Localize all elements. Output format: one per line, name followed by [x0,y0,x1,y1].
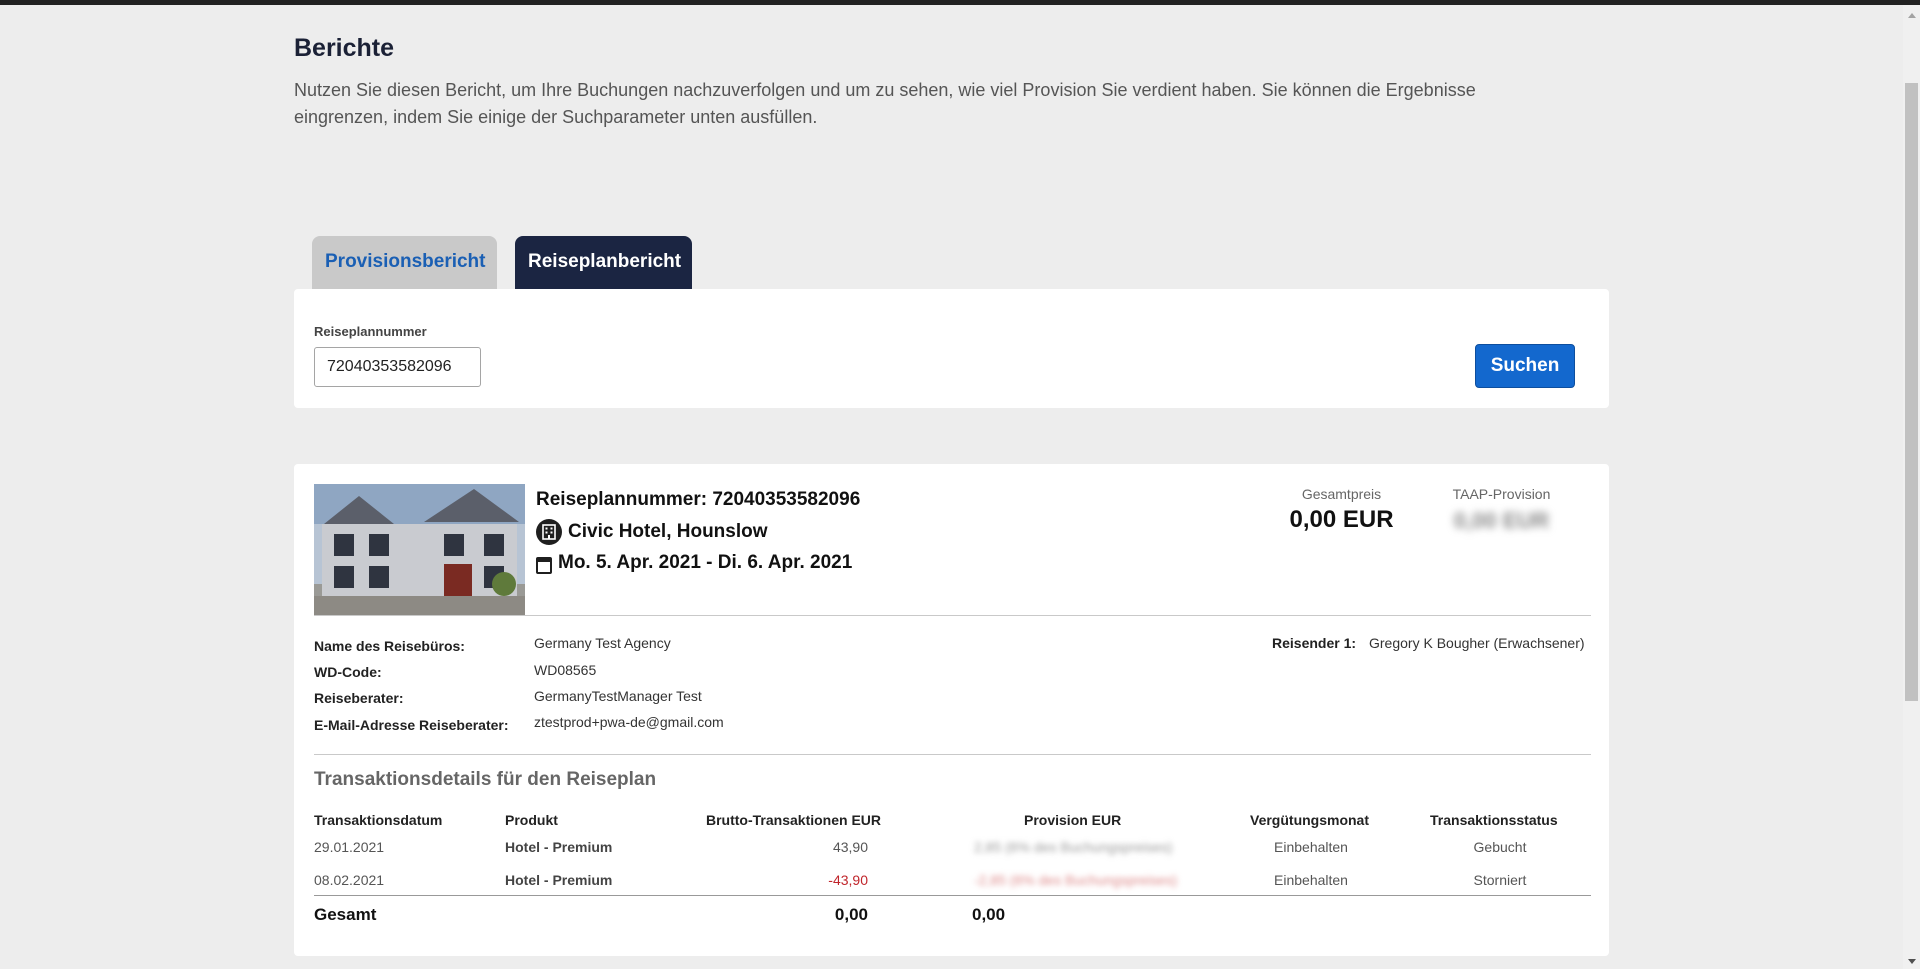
itinerary-result-card: Reiseplannummer: 72040353582096 Civic Ho… [294,464,1609,956]
column-header-commission: Provision EUR [1024,812,1122,828]
hotel-name-line: Civic Hotel, Hounslow [536,519,768,545]
row-product: Hotel - Premium [505,872,613,888]
tab-provisionsbericht[interactable]: Provisionsbericht [312,236,497,290]
divider [314,615,1591,616]
divider [314,754,1591,755]
row-status: Storniert [1473,872,1527,888]
divider [314,895,1591,896]
itinerary-number-label: Reiseplannummer [314,324,427,339]
hotel-name: Civic Hotel, Hounslow [568,521,768,542]
agency-label: Name des Reisebüros: [314,638,465,654]
column-header-month: Vergütungsmonat [1250,812,1370,828]
row-month: Einbehalten [1274,872,1348,888]
total-gross: 0,00 [834,905,868,924]
scrollbar-thumb[interactable] [1905,83,1918,701]
page-scrollbar[interactable] [1903,5,1920,969]
taap-commission-label: TAAP-Provision [1452,486,1551,502]
taap-commission-value: 0,00 EUR [1453,508,1550,533]
advisor-email-value: ztestprod+pwa-de@gmail.com [534,714,724,730]
column-header-product: Produkt [505,812,558,828]
scroll-down-icon[interactable] [1908,959,1916,964]
wd-code-label: WD-Code: [314,664,382,680]
column-header-gross: Brutto-Transaktionen EUR [706,812,882,828]
wd-code-value: WD08565 [534,662,597,678]
search-panel: Reiseplannummer Suchen [294,289,1609,408]
agency-value: Germany Test Agency [534,635,671,651]
traveler-value: Gregory K Bougher (Erwachsener) [1369,635,1585,651]
page-title: Berichte [294,34,395,62]
itinerary-number-heading: Reiseplannummer: 72040353582096 [536,489,861,510]
hotel-image [314,484,525,616]
row-status: Gebucht [1473,839,1527,855]
column-header-status: Transaktionsstatus [1430,812,1558,828]
row-date: 29.01.2021 [314,839,385,855]
tab-reiseplanbericht[interactable]: Reiseplanbericht [515,236,692,290]
total-label: Gesamt [314,905,377,924]
total-commission: 0,00 [972,905,1006,924]
search-button[interactable]: Suchen [1475,344,1575,388]
row-date: 08.02.2021 [314,872,385,888]
total-price-value: 0,00 EUR [1289,506,1394,533]
row-commission: 2,85 (6% des Buchungspreises) [974,839,1173,855]
row-month: Einbehalten [1274,839,1348,855]
stay-dates-line: Mo. 5. Apr. 2021 - Di. 6. Apr. 2021 [536,552,852,574]
building-icon [536,519,562,545]
window-top-bar [0,0,1920,5]
row-commission: -2,85 (6% des Buchungspreises) [974,872,1178,888]
transaction-details-title: Transaktionsdetails für den Reiseplan [314,769,657,790]
itinerary-number-input[interactable] [314,347,481,387]
total-price-label: Gesamtpreis [1301,486,1382,502]
stay-dates: Mo. 5. Apr. 2021 - Di. 6. Apr. 2021 [558,552,853,573]
scroll-up-icon[interactable] [1908,13,1916,18]
advisor-value: GermanyTestManager Test [534,688,702,704]
advisor-label: Reiseberater: [314,690,404,706]
advisor-email-label: E-Mail-Adresse Reiseberater: [314,717,509,733]
page-description: Nutzen Sie diesen Bericht, um Ihre Buchu… [294,80,1476,127]
calendar-icon [536,556,552,574]
column-header-date: Transaktionsdatum [314,812,443,828]
traveler-label: Reisender 1: [1272,635,1357,651]
row-gross: 43,90 [832,839,868,855]
row-gross: -43,90 [828,872,868,888]
row-product: Hotel - Premium [505,839,613,855]
